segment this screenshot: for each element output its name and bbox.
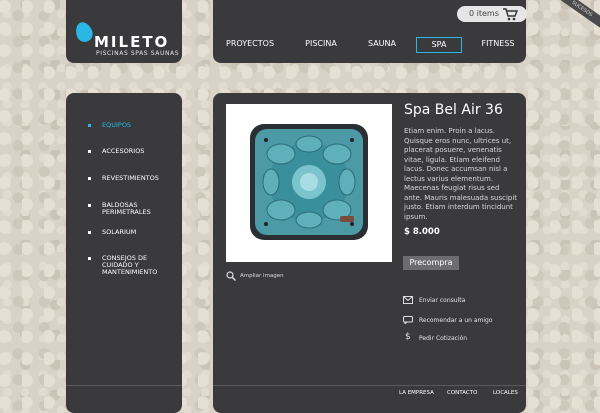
- brand-name[interactable]: MILETO: [94, 33, 169, 51]
- sidebar-item-label: CONSEJOS DE CUIDADO Y MANTENIMIENTO: [102, 254, 158, 276]
- action-label: Pedir Cotización: [419, 335, 468, 342]
- brand-tagline: PISCINAS SPAS SAUNAS: [96, 50, 180, 57]
- nav-spa[interactable]: SPA: [416, 37, 462, 53]
- bullet-icon: [88, 124, 91, 127]
- footer-link-contacto[interactable]: CONTACTO: [447, 390, 477, 396]
- footer-divider: [213, 385, 526, 386]
- product-image[interactable]: [226, 104, 392, 262]
- product-title: Spa Bel Air 36: [404, 102, 503, 118]
- sidebar-item-label: REVESTIMIENTOS: [102, 174, 159, 182]
- logo-panel: MILETO PISCINAS SPAS SAUNAS: [66, 0, 182, 63]
- bullet-icon: [88, 204, 91, 207]
- top-nav-panel: 0 items PROYECTOS PISCINA SAUNA SPA FITN…: [213, 0, 527, 63]
- cart-icon: [503, 8, 518, 21]
- footer-link-locales[interactable]: LOCALES: [493, 390, 518, 396]
- action-label: Enviar consulta: [419, 297, 466, 304]
- footer-link-empresa[interactable]: LA EMPRESA: [399, 390, 434, 396]
- product-panel: Ampliar imagen Spa Bel Air 36 Etiam enim…: [213, 93, 526, 413]
- nav-fitness[interactable]: FITNESS: [481, 37, 515, 51]
- dollar-icon: $: [405, 332, 411, 342]
- main-nav: PROYECTOS PISCINA SAUNA SPA FITNESS: [213, 37, 526, 53]
- nav-proyectos[interactable]: PROYECTOS: [226, 37, 274, 51]
- cart-count: 0 items: [469, 9, 499, 18]
- logo-drop-icon[interactable]: [73, 19, 95, 45]
- nav-piscina[interactable]: PISCINA: [303, 37, 339, 51]
- bullet-icon: [88, 257, 91, 260]
- mail-icon: [403, 296, 413, 304]
- action-label: Recomendar a un amigo: [419, 317, 493, 324]
- bullet-icon: [88, 177, 91, 180]
- bullet-icon: [88, 231, 91, 234]
- product-description: Etiam enim. Proin a lacus. Quisque eros …: [404, 127, 518, 221]
- sidebar-item-label: SOLARIUM: [102, 228, 137, 236]
- sidebar: EQUIPOS ACCESORIOS REVESTIMIENTOS BALDOS…: [66, 93, 182, 413]
- cart-button[interactable]: 0 items: [457, 6, 527, 22]
- sidebar-item-label: ACCESORIOS: [102, 147, 145, 155]
- corner-ribbon[interactable]: SUCESOS: [546, 0, 600, 37]
- sidebar-item-label: EQUIPOS: [102, 121, 132, 129]
- chat-icon: [403, 316, 413, 324]
- bullet-icon: [88, 150, 91, 153]
- sidebar-divider: [66, 385, 182, 386]
- product-price: $ 8.000: [404, 227, 440, 237]
- precompra-button[interactable]: Precompra: [403, 256, 459, 270]
- magnifier-icon: [226, 271, 236, 281]
- zoom-label: Ampliar imagen: [240, 273, 284, 279]
- spa-image: [250, 124, 368, 240]
- sidebar-item-label: BALDOSAS PERIMETRALES: [102, 201, 151, 216]
- nav-sauna[interactable]: SAUNA: [367, 37, 397, 51]
